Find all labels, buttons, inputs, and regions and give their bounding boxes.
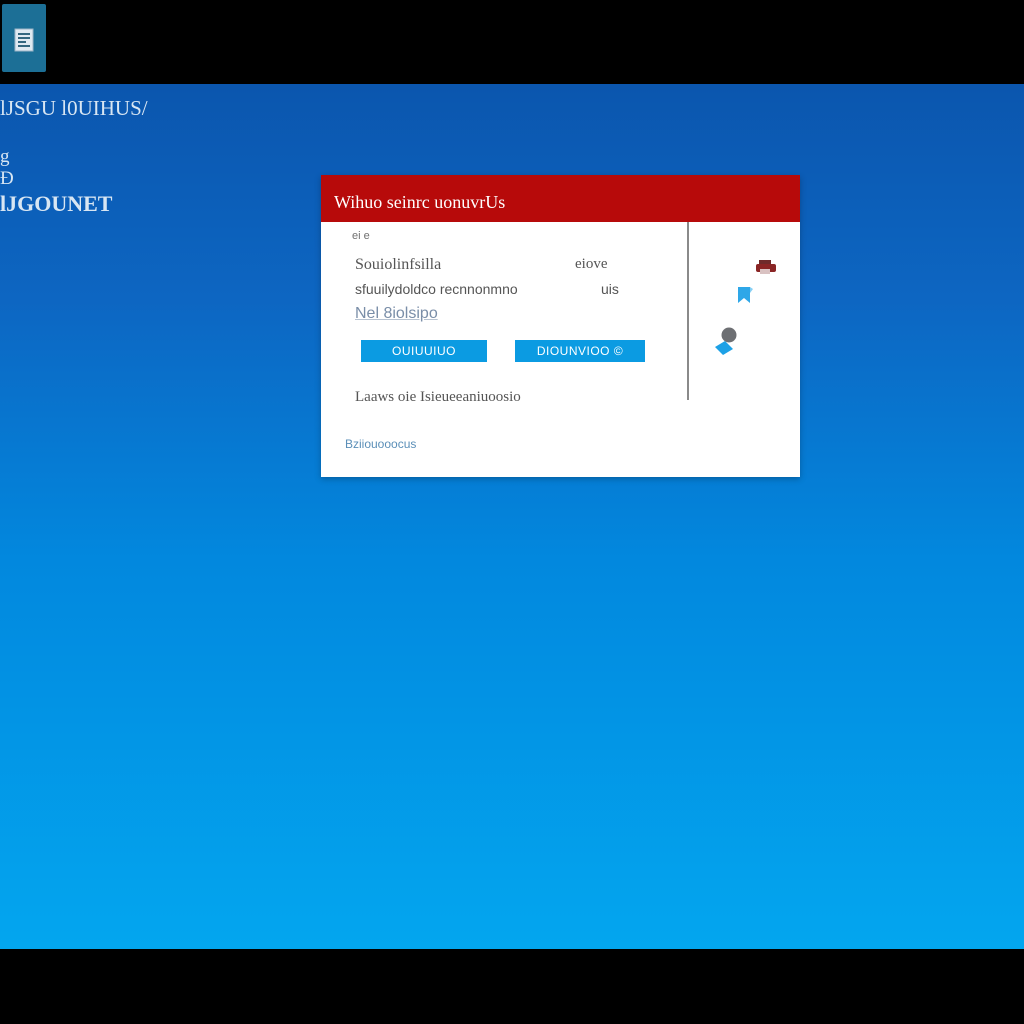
row-description: sfuuilydoldco recnnonmno — [355, 281, 518, 297]
dialog-window: Wihuo seinrc uonuvrUs ei e Souiolinfsill… — [321, 175, 800, 477]
footer-link[interactable]: Bziiouooocus — [345, 437, 416, 451]
desktop-text-3: Ð — [0, 168, 14, 189]
small-label: ei e — [352, 230, 370, 242]
dialog-title: Wihuo seinrc uonuvrUs — [334, 192, 506, 212]
user-icon[interactable] — [713, 327, 739, 359]
top-bar — [0, 0, 1024, 84]
desktop-text-2: g — [0, 146, 10, 167]
desktop-text-1: lJSGU l0UIHUS/ — [0, 96, 148, 120]
secondary-button[interactable]: DIOUNVIOO © — [515, 340, 645, 362]
desktop-text-4: lJGOUNET — [0, 191, 113, 216]
screen: lJSGU l0UIHUS/ g Ð lJGOUNET Wihuo seinrc… — [0, 0, 1024, 1024]
row-title: Souiolinfsilla — [355, 256, 442, 273]
vertical-divider — [687, 222, 689, 400]
dialog-header: Wihuo seinrc uonuvrUs — [321, 175, 800, 222]
document-app-icon — [14, 28, 34, 52]
app-tile[interactable] — [2, 4, 46, 72]
bottom-bar — [0, 949, 1024, 1024]
details-link[interactable]: Nel 8iolsipo — [355, 305, 438, 323]
desktop: lJSGU l0UIHUS/ g Ð lJGOUNET Wihuo seinrc… — [0, 84, 1024, 949]
row-right-label: eiove — [575, 256, 608, 272]
primary-button[interactable]: OUIUUIUO — [361, 340, 487, 362]
row-description-suffix: uis — [601, 281, 619, 297]
printer-icon[interactable] — [755, 259, 777, 275]
footer-note: Laaws oie Isieueeaniuoosio — [355, 389, 521, 405]
bookmark-icon[interactable] — [736, 285, 754, 305]
